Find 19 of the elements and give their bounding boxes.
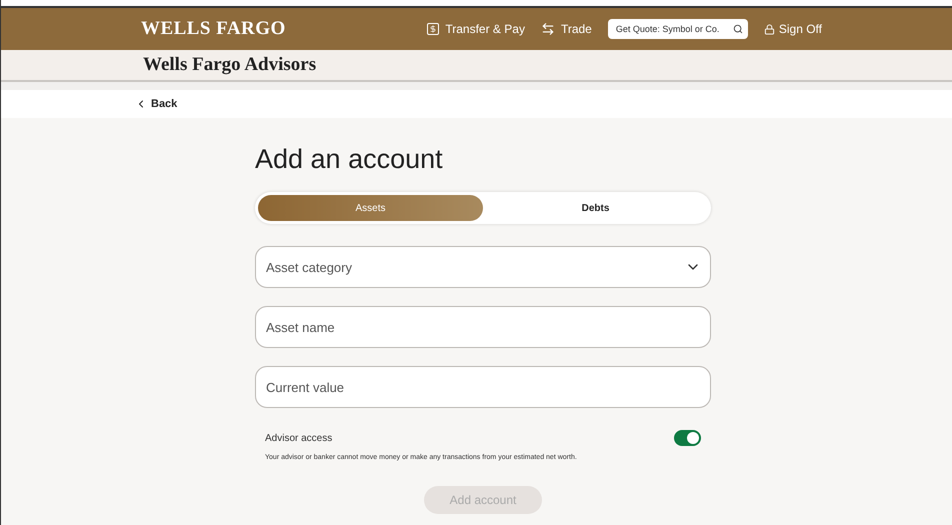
lock-icon (764, 24, 775, 34)
nav-link[interactable]: Trade (540, 20, 592, 38)
toggle-switch[interactable] (674, 430, 701, 446)
input-field[interactable]: Asset name (255, 306, 711, 348)
site-title: Wells Fargo Advisors (143, 52, 316, 77)
back-link[interactable]: Back (135, 96, 178, 112)
nav-link[interactable]: Transfer & Pay (427, 20, 525, 38)
logo: WELLS FARGO (141, 16, 286, 41)
dropdown-field[interactable]: Asset category (255, 246, 711, 288)
input-field[interactable]: Current value (255, 366, 711, 408)
advisor-access-label: Advisor access (265, 432, 332, 446)
quote-search-field[interactable]: Get Quote: Symbol or Co. (608, 19, 748, 39)
tab[interactable]: Debts (483, 195, 708, 221)
tab[interactable]: Assets (258, 195, 483, 221)
sign-off-link[interactable]: Sign Off (764, 20, 822, 38)
search-icon (732, 24, 743, 34)
exchange-arrows-icon (540, 22, 555, 36)
page-title: Add an account (255, 146, 444, 173)
dollar-icon (427, 23, 440, 35)
